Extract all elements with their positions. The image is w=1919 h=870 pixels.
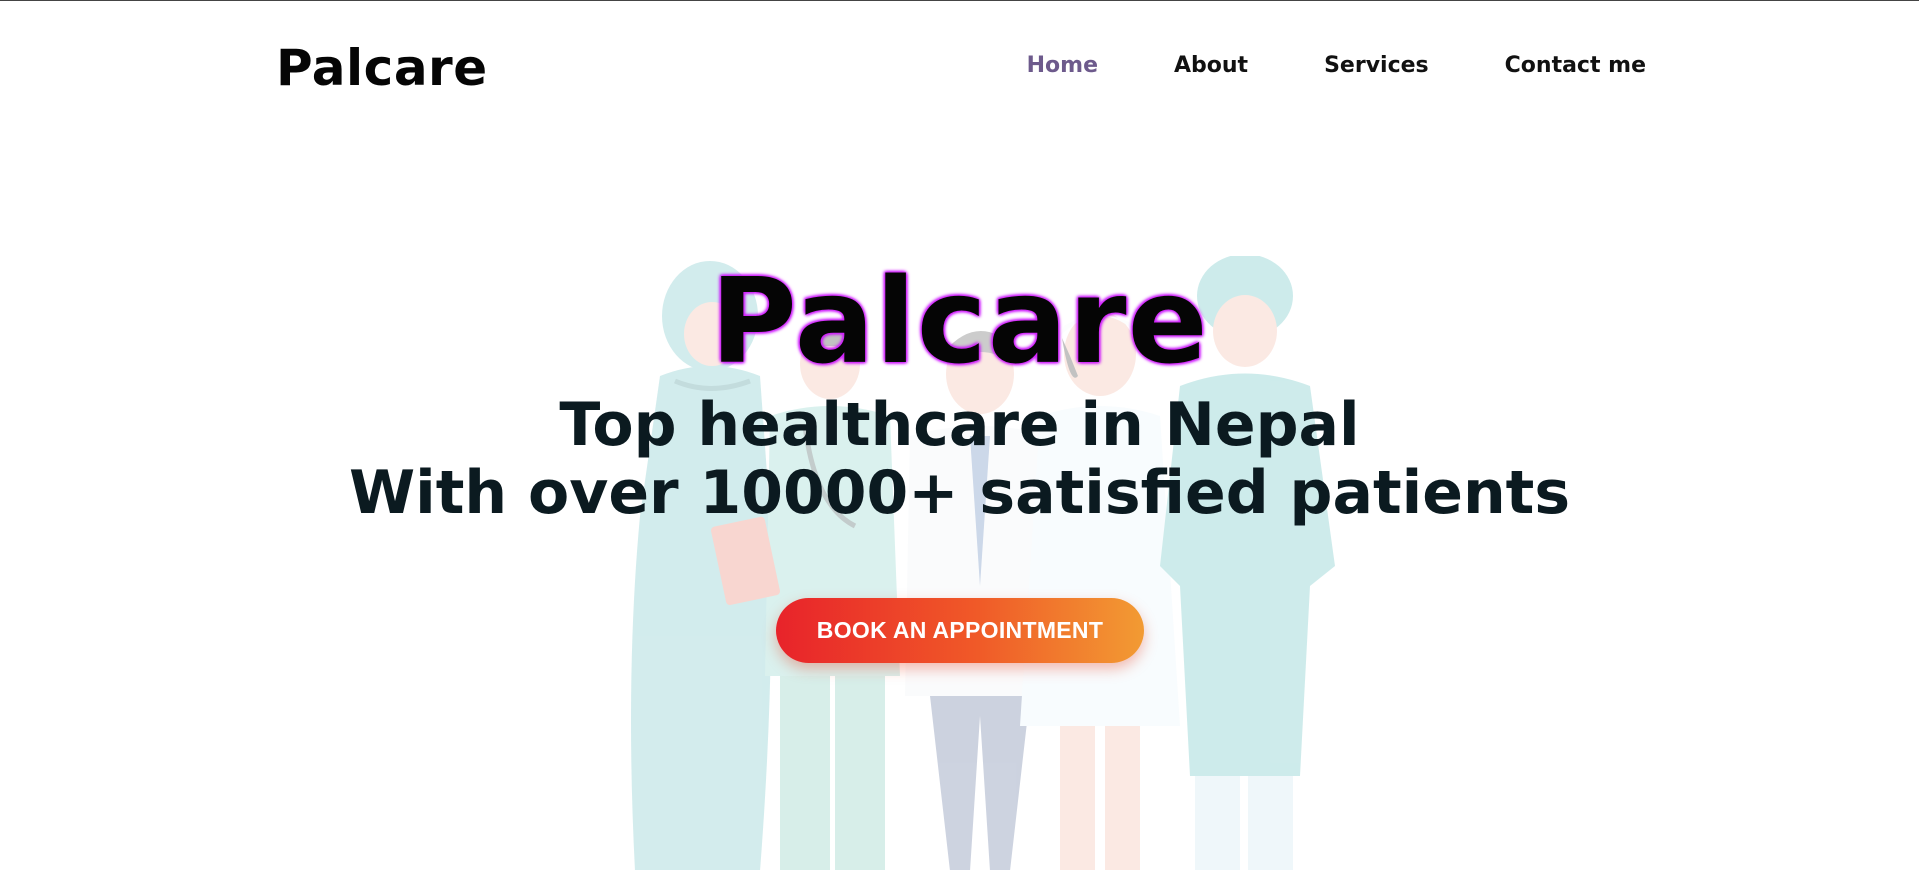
nav-link-contact[interactable]: Contact me (1505, 53, 1646, 78)
navbar: Palcare Home About Services Contact me (0, 1, 1919, 131)
book-appointment-button[interactable]: BOOK AN APPOINTMENT (776, 598, 1144, 663)
hero-subtagline: With over 10000+ satisfied patients (348, 458, 1571, 528)
nav-link-about[interactable]: About (1174, 53, 1248, 78)
hero-title: Palcare (710, 252, 1209, 390)
nav-link-home[interactable]: Home (1027, 53, 1098, 78)
hero-tagline: Top healthcare in Nepal (559, 390, 1360, 460)
nav-links: Home About Services Contact me (1027, 53, 1646, 78)
landing-page: Palcare Home About Services Contact me P… (0, 0, 1919, 870)
hero-section: Palcare Top healthcare in Nepal With ove… (0, 261, 1919, 527)
nav-link-services[interactable]: Services (1324, 53, 1429, 78)
brand-logo[interactable]: Palcare (276, 39, 488, 97)
